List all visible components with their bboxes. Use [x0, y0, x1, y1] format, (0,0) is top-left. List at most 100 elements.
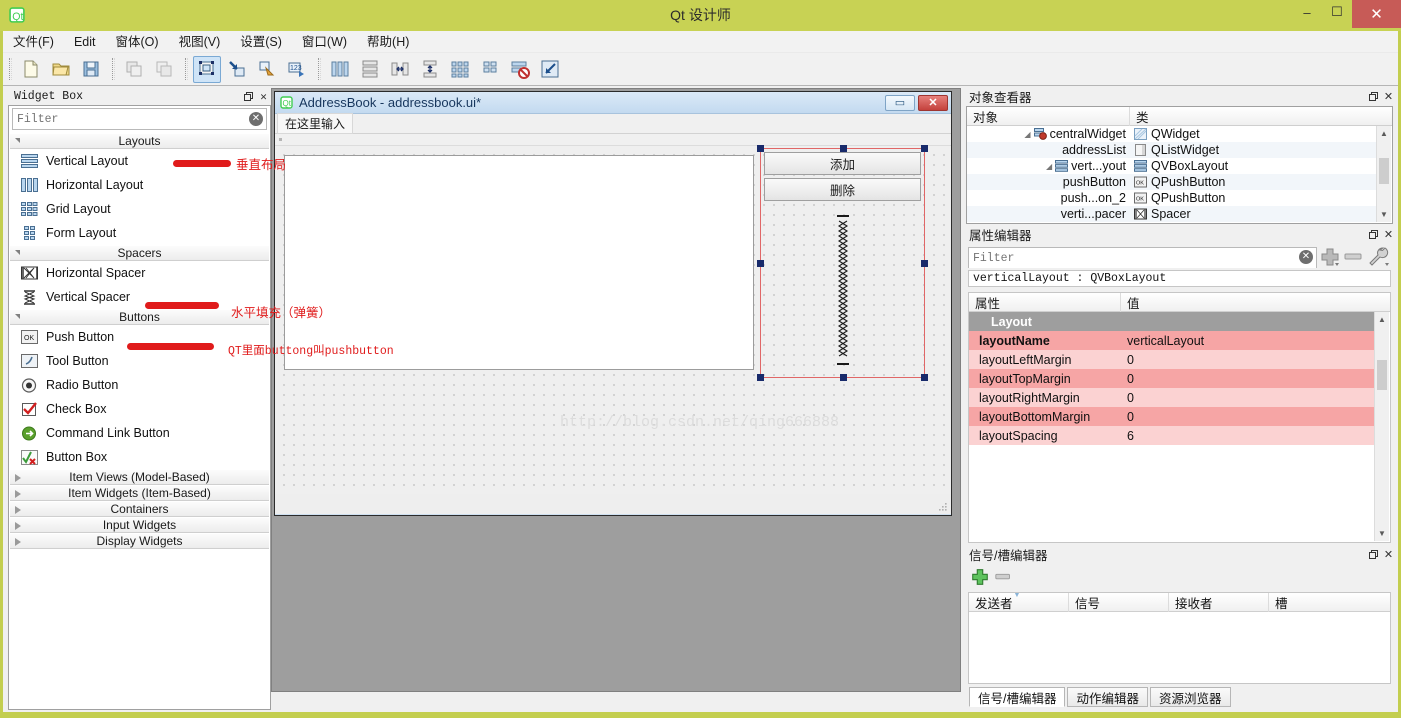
form-close-button[interactable]: ✕: [918, 94, 948, 111]
widget-item-command-link-button[interactable]: Command Link Button: [10, 421, 269, 445]
scroll-down-icon[interactable]: ▼: [1375, 526, 1389, 541]
layout-form-icon[interactable]: [476, 56, 504, 83]
property-row-layoutTopMargin[interactable]: layoutTopMargin 0: [969, 369, 1374, 388]
widget-group-containers[interactable]: Containers: [10, 501, 269, 517]
property-value[interactable]: 0: [1121, 372, 1374, 386]
resize-handle-bc[interactable]: [839, 374, 847, 381]
property-value[interactable]: 6: [1121, 429, 1374, 443]
edit-signals-slots-icon[interactable]: [223, 56, 251, 83]
table-row[interactable]: pushButton OK QPushButton: [967, 174, 1376, 190]
signal-slot-table[interactable]: 发送者 ▼ 信号 接收者 槽: [968, 592, 1391, 684]
menu-window[interactable]: 窗口(W): [292, 31, 357, 53]
table-row[interactable]: push...on_2 OK QPushButton: [967, 190, 1376, 206]
save-file-icon[interactable]: [77, 56, 105, 83]
property-rows[interactable]: Layout layoutName verticalLayout layoutL…: [969, 312, 1374, 542]
widget-item-button-box[interactable]: Button Box: [10, 445, 269, 469]
widget-group-input-widgets[interactable]: Input Widgets: [10, 517, 269, 533]
clear-icon[interactable]: ✕: [249, 112, 263, 126]
menu-settings[interactable]: 设置(S): [230, 31, 292, 53]
restore-icon[interactable]: [1366, 228, 1381, 242]
widget-item-horizontal-layout[interactable]: Horizontal Layout: [10, 173, 269, 197]
widget-group-spacers[interactable]: Spacers: [10, 245, 269, 261]
widget-item-vertical-spacer[interactable]: Vertical Spacer: [10, 285, 269, 309]
widget-item-horizontal-spacer[interactable]: Horizontal Spacer: [10, 261, 269, 285]
property-category-layout[interactable]: Layout: [969, 312, 1374, 331]
widget-group-display-widgets[interactable]: Display Widgets: [10, 533, 269, 549]
widget-item-grid-layout[interactable]: Grid Layout: [10, 197, 269, 221]
widget-item-form-layout[interactable]: Form Layout: [10, 221, 269, 245]
resize-handle-tc[interactable]: [839, 145, 847, 152]
object-inspector-scrollbar[interactable]: ▲ ▼: [1376, 126, 1391, 222]
close-button[interactable]: ✕: [1352, 0, 1401, 28]
vertical-spacer-widget[interactable]: [834, 215, 852, 365]
resize-handle-mr[interactable]: [921, 260, 928, 267]
menu-file[interactable]: 文件(F): [3, 31, 64, 53]
widget-group-item-widgets[interactable]: Item Widgets (Item-Based): [10, 485, 269, 501]
widget-item-vertical-layout[interactable]: Vertical Layout: [10, 149, 269, 173]
property-table[interactable]: 属性 值 Layout layoutName verticalLayout la…: [968, 292, 1391, 543]
open-file-icon[interactable]: [47, 56, 75, 83]
chevron-down-icon[interactable]: ◢: [1024, 130, 1030, 139]
widget-group-buttons[interactable]: Buttons: [10, 309, 269, 325]
form-menubar[interactable]: 在这里输入: [275, 113, 951, 134]
table-row[interactable]: addressList QListWidget: [967, 142, 1376, 158]
widget-box-filter-input[interactable]: [13, 109, 266, 130]
widget-box-filter[interactable]: ✕: [12, 108, 267, 130]
close-icon[interactable]: ✕: [1381, 90, 1396, 104]
close-icon[interactable]: ✕: [1381, 228, 1396, 242]
edit-tab-order-icon[interactable]: 123: [283, 56, 311, 83]
tab-signal-slot-editor[interactable]: 信号/槽编辑器: [969, 687, 1066, 707]
add-icon[interactable]: [970, 567, 990, 587]
remove-icon[interactable]: [994, 571, 1014, 583]
edit-widgets-icon[interactable]: [193, 55, 221, 83]
resize-handle-tr[interactable]: [921, 145, 928, 152]
close-icon[interactable]: ✕: [256, 90, 271, 104]
break-layout-icon[interactable]: [506, 56, 534, 83]
maximize-button[interactable]: ☐: [1322, 1, 1352, 23]
widget-group-layouts[interactable]: Layouts: [10, 133, 269, 149]
minimize-button[interactable]: –: [1292, 1, 1322, 23]
restore-icon[interactable]: [241, 90, 256, 104]
toolbar-grip[interactable]: [9, 58, 12, 80]
layout-in-splitter-v-icon[interactable]: [416, 56, 444, 83]
layout-in-splitter-h-icon[interactable]: [386, 56, 414, 83]
form-minimize-button[interactable]: ▭: [885, 94, 915, 111]
wrench-icon[interactable]: [1367, 246, 1391, 268]
property-value[interactable]: 0: [1121, 410, 1374, 424]
table-row[interactable]: verti...pacer Spacer: [967, 206, 1376, 222]
scroll-up-icon[interactable]: ▲: [1375, 312, 1389, 327]
edit-buddies-icon[interactable]: [253, 56, 281, 83]
add-icon[interactable]: [1319, 246, 1341, 268]
scrollbar-thumb[interactable]: [1377, 360, 1387, 390]
column-sender[interactable]: 发送者 ▼: [969, 593, 1069, 612]
column-receiver[interactable]: 接收者: [1169, 593, 1269, 612]
property-value[interactable]: 0: [1121, 353, 1374, 367]
widget-item-radio-button[interactable]: Radio Button: [10, 373, 269, 397]
chevron-down-icon[interactable]: ◢: [1046, 162, 1052, 171]
menu-edit[interactable]: Edit: [64, 31, 106, 53]
menu-view[interactable]: 视图(V): [169, 31, 231, 53]
resize-handle-ml[interactable]: [757, 260, 764, 267]
restore-icon[interactable]: [1366, 90, 1381, 104]
widget-item-check-box[interactable]: Check Box: [10, 397, 269, 421]
column-signal[interactable]: 信号: [1069, 593, 1169, 612]
add-button[interactable]: 添加: [764, 152, 921, 175]
scroll-down-icon[interactable]: ▼: [1377, 207, 1391, 222]
redo-icon[interactable]: [150, 56, 178, 83]
scroll-up-icon[interactable]: ▲: [1377, 126, 1391, 141]
resize-grip-icon[interactable]: [939, 503, 947, 511]
menu-help[interactable]: 帮助(H): [357, 31, 419, 53]
property-row-layoutName[interactable]: layoutName verticalLayout: [969, 331, 1374, 350]
property-filter-input[interactable]: [969, 248, 1316, 268]
address-list-widget[interactable]: [284, 155, 754, 370]
property-row-layoutRightMargin[interactable]: layoutRightMargin 0: [969, 388, 1374, 407]
form-canvas[interactable]: 添加 删除 http://blog.csdn.net/qing666888: [275, 145, 951, 494]
toolbar-grip-3[interactable]: [185, 58, 188, 80]
widget-item-push-button[interactable]: OK Push Button: [10, 325, 269, 349]
table-row[interactable]: ◢ centralWidget QWidget: [967, 126, 1376, 142]
property-row-layoutSpacing[interactable]: layoutSpacing 6: [969, 426, 1374, 445]
property-value[interactable]: verticalLayout: [1121, 334, 1374, 348]
table-row[interactable]: ◢ vert...yout QVBoxLayout: [967, 158, 1376, 174]
property-editor-scrollbar[interactable]: ▲ ▼: [1374, 312, 1389, 541]
widget-item-tool-button[interactable]: Tool Button: [10, 349, 269, 373]
